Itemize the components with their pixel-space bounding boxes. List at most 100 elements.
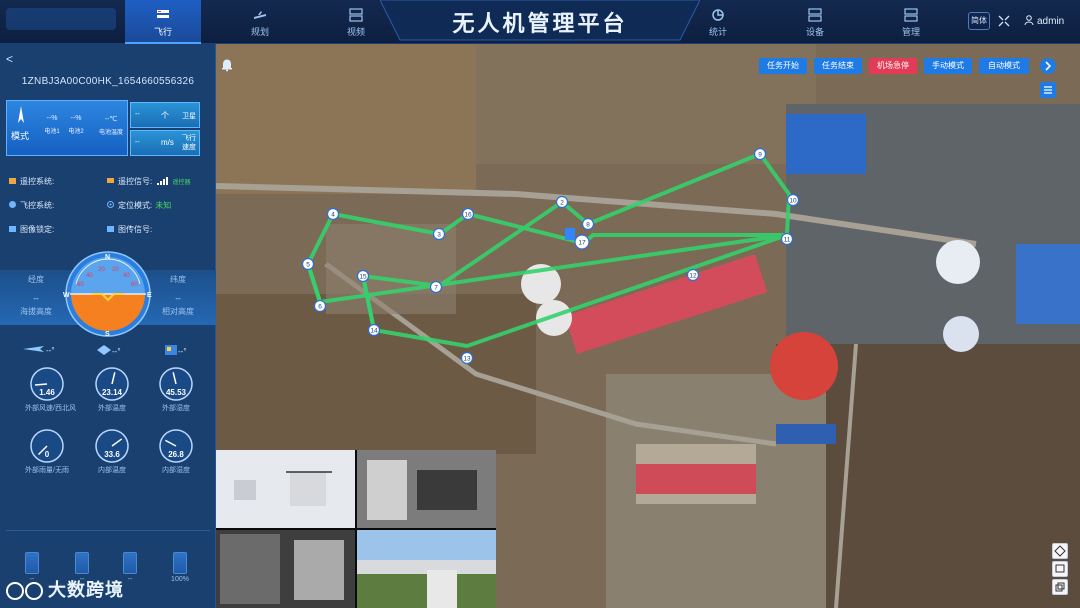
nav-item-plan[interactable]: 规划 [222,0,298,44]
latitude-label: 纬度 [170,275,186,284]
title-panel: 无人机管理平台 [380,0,700,44]
camera-image-1 [216,450,355,528]
locate-button[interactable] [1052,543,1068,559]
gauge-label: 外部风速/西北风 [25,405,76,412]
divider [6,530,210,531]
waypoint[interactable]: 8 [581,217,595,231]
waypoint[interactable]: 17 [574,234,590,250]
gauge: 26.8 内部湿度 [154,428,198,475]
attitude-tick: 40 [123,273,130,279]
save-view-button[interactable] [1052,561,1068,577]
waypoint[interactable]: 13 [460,351,474,365]
waypoint[interactable]: 9 [753,147,767,161]
waypoint[interactable]: 12 [686,268,700,282]
camera-angle-indicator: --° [164,344,187,356]
nav-item-device[interactable]: 设备 [777,0,853,44]
attitude-tick: 60 [131,282,138,288]
device-id: 1ZNBJ3A00C00HK_1654660556326 [21,76,195,87]
waypoint-label: 16 [464,211,472,218]
fullscreen-icon[interactable] [998,15,1010,27]
gauge-value: 33.6 [104,450,120,459]
satellite-map[interactable]: 2 3 4 5 6 7 8 9 10 11 12 13 14 15 16 17 任务开始 任务结束 机场急停 … [216,44,1080,608]
compass-east: E [147,292,152,299]
nav-item-flight[interactable]: 飞行 [125,0,201,44]
waypoint[interactable]: 15 [356,269,370,283]
bottom-battery-4: 100% [168,552,192,583]
watermark-logo [6,582,43,600]
compass-west: W [63,292,70,299]
waypoint[interactable]: 14 [367,323,381,337]
waypoint-label: 5 [306,261,310,268]
gauge-label: 外部温度 [98,405,126,412]
attitude-tick: 20 [98,267,105,273]
waypoint-label: 15 [359,273,367,280]
camera-image-2 [357,450,496,528]
compass-south: S [105,331,110,338]
user-menu[interactable]: admin [1024,15,1064,27]
waypoint-label: 7 [434,284,438,291]
back-button[interactable]: < [6,52,13,66]
camera-feed-2[interactable] [357,450,496,528]
attitude-tick: 40 [86,273,93,279]
signal-bars-icon [157,177,169,185]
gauge-label: 内部湿度 [162,467,190,474]
drone-heading-icon [18,106,24,123]
waypoint[interactable]: 4 [326,207,340,221]
longitude-label: 经度 [28,275,44,284]
layer-list-button[interactable] [1040,82,1056,98]
gauge: 23.14 外部温度 [90,366,134,413]
copy-button[interactable] [1052,579,1068,595]
speed-box: -- m/s 飞行速度 [130,130,200,156]
gauge-value: 26.8 [168,450,184,459]
flight-system-row: 飞控系统: [8,200,54,211]
emergency-stop-button[interactable]: 机场急停 [869,58,917,74]
waypoint[interactable]: 2 [555,195,569,209]
expand-button[interactable] [1040,58,1056,74]
waypoint[interactable]: 7 [429,280,443,294]
position-mode-row: 定位模式: 未知 [106,200,171,211]
attitude-panel: 经度 -- 海拔高度 纬度 -- 相对高度 60 40 20 20 40 60 … [0,250,216,340]
gauge: 0 外部雨量/无雨 [25,428,69,475]
task-start-button[interactable]: 任务开始 [759,58,807,74]
copy-icon [1055,582,1065,592]
task-end-button[interactable]: 任务结束 [814,58,862,74]
waypoint[interactable]: 5 [301,257,315,271]
waypoint[interactable]: 6 [313,299,327,313]
flight-icon [157,10,169,18]
video-icon [349,8,363,22]
waypoint[interactable]: 16 [461,207,475,221]
manual-mode-button[interactable]: 手动模式 [924,58,972,74]
gauge: 1.46 外部风速/西北风 [25,366,76,413]
gimbal-indicator: --° [96,344,121,356]
compass-north: N [105,254,110,261]
waypoint-label: 4 [331,211,335,218]
waypoint-label: 2 [560,199,564,206]
antenna-icon [107,178,114,183]
video-signal-icon [107,226,114,232]
waypoint[interactable]: 11 [780,232,794,246]
waypoint[interactable]: 3 [432,227,446,241]
waypoint-label: 10 [789,197,797,204]
remote-icon [9,178,16,184]
camera-feed-1[interactable] [216,450,355,528]
attitude-tick: 60 [77,282,84,288]
top-bar: 飞行 规划 视频 无人机管理平台 统计 设备 管理 简体 admin [0,0,1080,44]
altitude-label: 海拔高度 [20,307,52,316]
brand-logo [6,8,116,30]
auto-mode-button[interactable]: 自动模式 [979,58,1029,74]
nav-item-manage[interactable]: 管理 [873,0,949,44]
bell-icon[interactable] [220,58,234,72]
watermark: 大数跨境 [4,576,124,602]
nav-item-stats[interactable]: 统计 [680,0,756,44]
nav-label: 规划 [250,27,269,37]
server-icon [904,8,918,22]
waypoint-label: 6 [318,303,322,310]
camera-feed-4[interactable] [357,530,496,608]
gauge-needle [34,383,48,386]
remote-system-row: 遥控系统: [8,176,54,187]
waypoint[interactable]: 10 [786,193,800,207]
heading-indicator: --° [22,344,55,355]
language-button[interactable]: 简体 [968,12,990,30]
battery-1: --% 电池1 [44,115,60,135]
camera-feed-3[interactable] [216,530,355,608]
